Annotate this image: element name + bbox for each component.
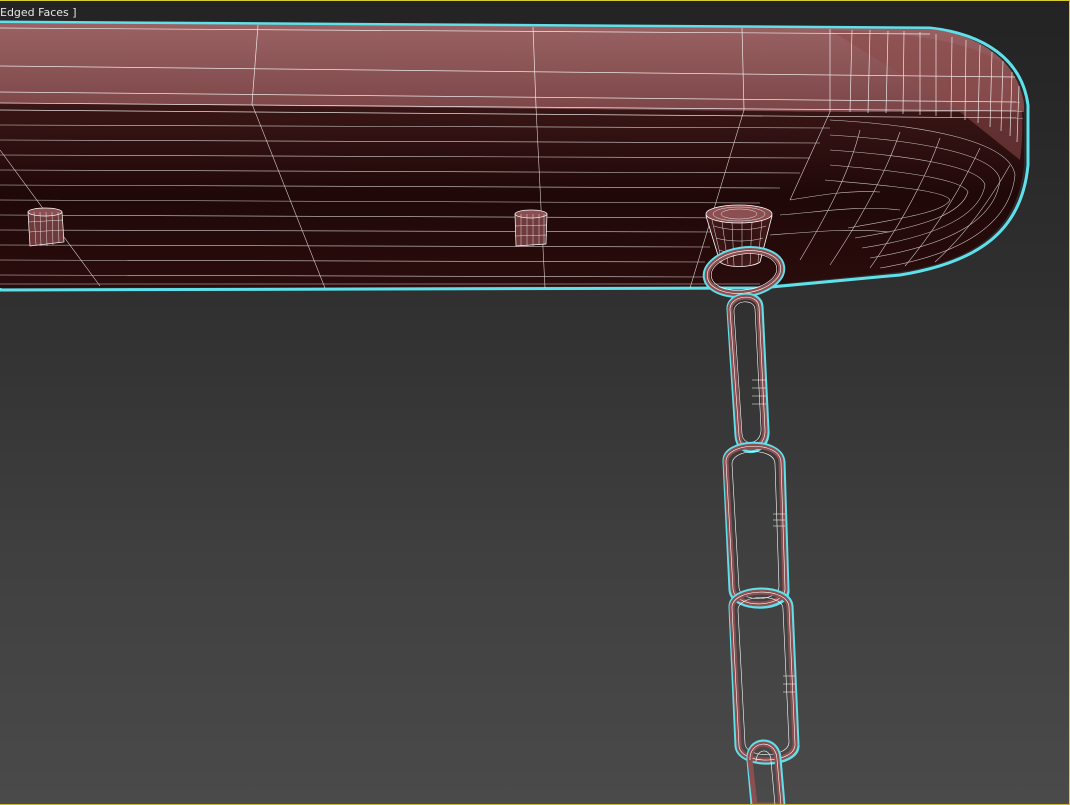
chain-link-2[interactable] (722, 441, 790, 609)
viewport-shading-label[interactable]: Edged Faces ] (0, 6, 77, 19)
chain-link-4[interactable] (746, 739, 786, 805)
chain-link-1[interactable] (726, 292, 770, 453)
fitting-left[interactable] (27, 207, 65, 247)
canopy-bar[interactable] (0, 20, 1030, 292)
chain-link-3[interactable] (728, 587, 800, 765)
scene-canvas[interactable] (0, 0, 1070, 805)
fitting-middle[interactable] (514, 209, 548, 247)
perspective-viewport[interactable]: Edged Faces ] (0, 0, 1070, 805)
